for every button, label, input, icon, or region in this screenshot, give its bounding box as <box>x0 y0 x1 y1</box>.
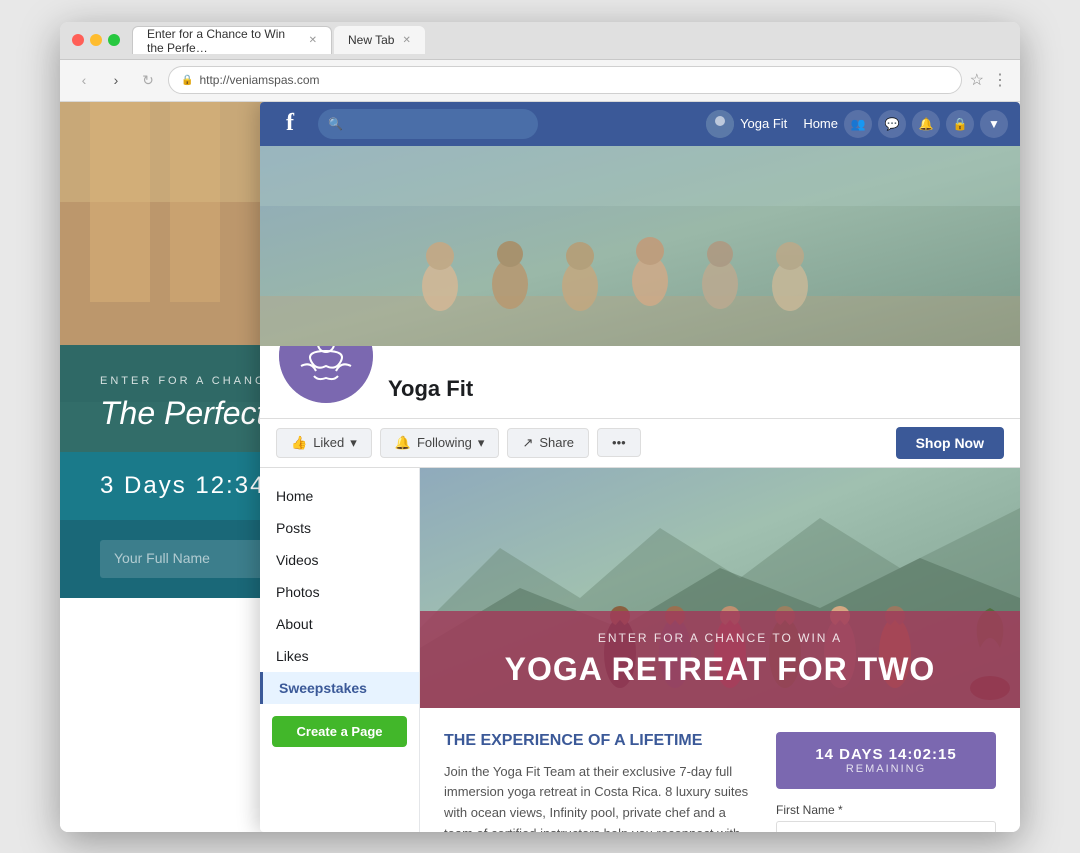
menu-icon[interactable]: ⋮ <box>992 70 1008 90</box>
fb-timer-box: 14 DAYS 14:02:15 REMAINING <box>776 732 996 789</box>
fb-first-name-input[interactable] <box>776 821 996 832</box>
address-bar[interactable]: 🔒 http://veniamspas.com <box>168 66 962 94</box>
fb-profile-info: Yoga Fit <box>388 376 1004 406</box>
fb-nav-right: Yoga Fit Home 👥 💬 🔔 🔒 ▼ <box>706 110 1008 138</box>
fb-sweep-title: YOGA RETREAT FOR TWO <box>450 651 990 688</box>
fb-nav-home[interactable]: Home <box>803 116 838 131</box>
fb-content-area: THE EXPERIENCE OF A LIFETIME Join the Yo… <box>420 708 1020 832</box>
sidebar-item-sweepstakes[interactable]: Sweepstakes <box>260 672 419 704</box>
fb-body: Home Posts Videos Photos About Likes Swe… <box>260 468 1020 832</box>
fb-sweep-subtitle: ENTER FOR A CHANCE TO WIN A <box>450 631 990 645</box>
sidebar-item-about[interactable]: About <box>260 608 419 640</box>
sidebar-item-likes[interactable]: Likes <box>260 640 419 672</box>
back-button[interactable]: ‹ <box>72 68 96 92</box>
fb-dropdown-icon[interactable]: ▼ <box>980 110 1008 138</box>
shop-now-button[interactable]: Shop Now <box>896 427 1004 459</box>
fb-page-name: Yoga Fit <box>388 376 1004 402</box>
fb-content-right: 14 DAYS 14:02:15 REMAINING First Name * … <box>776 732 996 832</box>
bell-icon: 🔔 <box>395 435 411 451</box>
browser-titlebar: Enter for a Chance to Win the Perfe… ✕ N… <box>60 22 1020 60</box>
tab-newtab-close-icon[interactable]: ✕ <box>402 35 410 46</box>
following-dropdown-icon: ▾ <box>478 435 485 451</box>
sidebar-item-photos[interactable]: Photos <box>260 576 419 608</box>
minimize-button[interactable] <box>90 34 102 46</box>
share-icon: ↗ <box>522 435 533 451</box>
browser-content: VENIAM ENTER FOR A CHANCE The Perfect Sp… <box>60 102 1020 832</box>
url-text: http://veniamspas.com <box>199 73 319 87</box>
fb-search-icon: 🔍 <box>328 117 343 131</box>
tab-close-icon[interactable]: ✕ <box>309 35 317 46</box>
fb-sidebar: Home Posts Videos Photos About Likes Swe… <box>260 468 420 832</box>
fb-logo-f-icon: f <box>286 110 294 137</box>
thumbs-up-icon: 👍 <box>291 435 307 451</box>
fb-account-icon[interactable]: 🔒 <box>946 110 974 138</box>
tab-bar: Enter for a Chance to Win the Perfe… ✕ N… <box>132 26 1008 54</box>
fb-timer-text: 14 DAYS 14:02:15 <box>792 746 980 763</box>
fb-cover-photo <box>260 146 1020 346</box>
fb-sweepstakes-hero: ENTER FOR A CHANCE TO WIN A YOGA RETREAT… <box>420 468 1020 708</box>
sidebar-item-videos[interactable]: Videos <box>260 544 419 576</box>
bookmark-icon[interactable]: ☆ <box>970 70 984 90</box>
fb-action-bar: 👍 Liked ▾ 🔔 Following ▾ ↗ Share ••• Shop… <box>260 419 1020 468</box>
fb-timer-remaining: REMAINING <box>792 763 980 775</box>
reload-button[interactable]: ↻ <box>136 68 160 92</box>
toolbar-right: ☆ ⋮ <box>970 70 1008 90</box>
close-button[interactable] <box>72 34 84 46</box>
fb-share-button[interactable]: ↗ Share <box>507 428 589 458</box>
create-page-button[interactable]: Create a Page <box>272 716 407 747</box>
fb-notifications-icon[interactable]: 🔔 <box>912 110 940 138</box>
browser-window: Enter for a Chance to Win the Perfe… ✕ N… <box>60 22 1020 832</box>
following-label: Following <box>417 435 472 450</box>
form-placeholder: Your Full Name <box>114 550 210 566</box>
fb-first-name-label: First Name * <box>776 803 996 817</box>
fb-more-button[interactable]: ••• <box>597 428 641 457</box>
fb-messages-icon[interactable]: 💬 <box>878 110 906 138</box>
tab-newtab-label: New Tab <box>348 33 394 47</box>
sidebar-item-home[interactable]: Home <box>260 480 419 512</box>
fb-content-left: THE EXPERIENCE OF A LIFETIME Join the Yo… <box>444 732 756 832</box>
fb-nav-pagename: Yoga Fit <box>740 116 787 131</box>
liked-dropdown-icon: ▾ <box>350 435 357 451</box>
browser-toolbar: ‹ › ↻ 🔒 http://veniamspas.com ☆ ⋮ <box>60 60 1020 102</box>
fb-navbar: f 🔍 Yoga Fit Home 👥 💬 🔔 🔒 ▼ <box>260 102 1020 146</box>
liked-label: Liked <box>313 435 344 450</box>
fb-main-content: ENTER FOR A CHANCE TO WIN A YOGA RETREAT… <box>420 468 1020 832</box>
fb-liked-button[interactable]: 👍 Liked ▾ <box>276 428 372 458</box>
maximize-button[interactable] <box>108 34 120 46</box>
fb-sweep-overlay: ENTER FOR A CHANCE TO WIN A YOGA RETREAT… <box>420 611 1020 708</box>
tab-active-label: Enter for a Chance to Win the Perfe… <box>147 27 301 55</box>
lock-icon: 🔒 <box>181 75 193 86</box>
fb-profile-area: Yoga Fit <box>260 346 1020 419</box>
tab-newtab[interactable]: New Tab ✕ <box>334 26 425 54</box>
tab-active[interactable]: Enter for a Chance to Win the Perfe… ✕ <box>132 26 332 54</box>
fb-experience-title: THE EXPERIENCE OF A LIFETIME <box>444 732 756 750</box>
traffic-lights <box>72 34 120 46</box>
sidebar-item-posts[interactable]: Posts <box>260 512 419 544</box>
fb-experience-text: Join the Yoga Fit Team at their exclusiv… <box>444 762 756 832</box>
fb-overlay: f 🔍 Yoga Fit Home 👥 💬 🔔 🔒 ▼ <box>260 102 1020 832</box>
fb-first-name-group: First Name * <box>776 803 996 832</box>
fb-nav-avatar[interactable] <box>706 110 734 138</box>
fb-friends-icon[interactable]: 👥 <box>844 110 872 138</box>
fb-logo: f <box>272 106 308 142</box>
share-label: Share <box>539 435 574 450</box>
forward-button[interactable]: › <box>104 68 128 92</box>
fb-following-button[interactable]: 🔔 Following ▾ <box>380 428 500 458</box>
fb-search-bar[interactable]: 🔍 <box>318 109 538 139</box>
